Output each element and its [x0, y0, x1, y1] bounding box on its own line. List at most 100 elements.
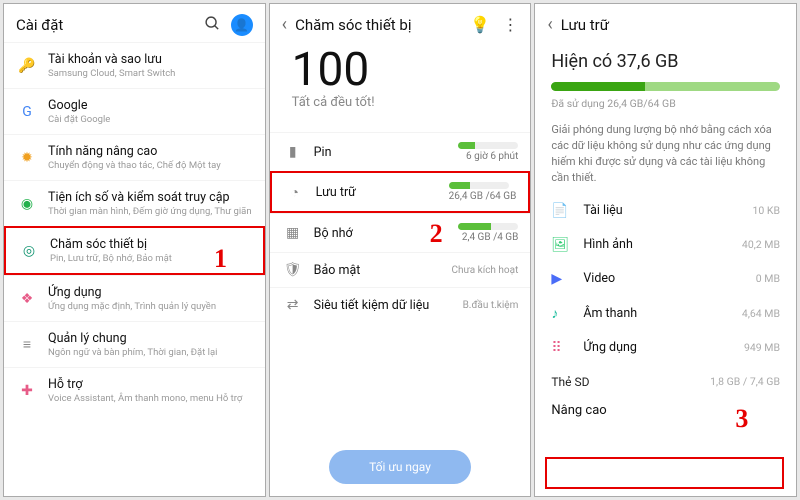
sd-card-size: 1,8 GB / 7,4 GB: [710, 375, 780, 389]
settings-item-subtitle: Ngôn ngữ và bàn phím, Thời gian, Đặt lại: [48, 347, 253, 358]
settings-item-title: Google: [48, 98, 253, 113]
storage-category-row[interactable]: ▶ Video 0 MB: [535, 262, 796, 296]
device-care-panel: ‹ Chăm sóc thiết bị 💡 ⋮ 100 Tất cả đều t…: [269, 3, 532, 497]
memory-icon: ▦: [282, 225, 304, 241]
item-meter: 2,4 GB /4 GB: [458, 223, 518, 243]
page-title: Lưu trữ: [561, 16, 784, 34]
more-icon[interactable]: ⋮: [502, 15, 518, 34]
used-label: Đã sử dụng 26,4 GB/64 GB: [551, 97, 780, 110]
feature-icon: ✹: [16, 150, 38, 166]
item-value: 2,4 GB /4 GB: [458, 232, 518, 243]
settings-item-subtitle: Chuyển động và thao tác, Chế độ Một tay: [48, 160, 253, 171]
settings-item-title: Tiện ích số và kiểm soát truy cập: [48, 190, 253, 205]
page-title: Cài đặt: [16, 16, 192, 34]
storage-category-row[interactable]: ⠿ Ứng dụng 949 MB: [535, 331, 796, 365]
item-label: Pin: [314, 145, 459, 160]
step-marker-1: 1: [214, 244, 227, 274]
category-size: 0 MB: [756, 272, 780, 285]
back-icon[interactable]: ‹: [282, 14, 287, 35]
settings-header: Cài đặt 👤: [4, 4, 265, 42]
settings-item-title: Tài khoản và sao lưu: [48, 52, 253, 67]
data-saver-icon: ⇄: [282, 297, 304, 313]
settings-item[interactable]: ❖ Ứng dụng Ứng dụng mặc định, Trình quản…: [4, 275, 265, 321]
item-meter: 26,4 GB /64 GB: [449, 182, 517, 202]
settings-item[interactable]: ◉ Tiện ích số và kiểm soát truy cập Thời…: [4, 180, 265, 226]
wellbeing-icon: ◉: [16, 196, 38, 212]
settings-item[interactable]: ✚ Hỗ trợ Voice Assistant, Âm thanh mono,…: [4, 367, 265, 413]
highlight-box-advanced: [545, 457, 784, 489]
device-care-item[interactable]: ◔ Lưu trữ 26,4 GB /64 GB: [270, 171, 531, 213]
item-status: Chưa kích hoạt: [452, 265, 519, 276]
document-icon: 📄: [551, 203, 573, 219]
storage-icon: ◔: [284, 184, 306, 201]
image-icon: 🖼: [551, 237, 573, 253]
storage-header: ‹ Lưu trữ: [535, 4, 796, 41]
settings-item-subtitle: Ứng dụng mặc định, Trình quản lý quyền: [48, 301, 253, 312]
progress-bar: [449, 182, 509, 189]
settings-item[interactable]: ✹ Tính năng nâng cao Chuyển động và thao…: [4, 134, 265, 180]
settings-item-text: Quản lý chung Ngôn ngữ và bàn phím, Thời…: [48, 331, 253, 358]
settings-item-subtitle: Thời gian màn hình, Đếm giờ ứng dụng, Th…: [48, 206, 253, 217]
apps-icon: ❖: [16, 291, 38, 307]
device-care-item[interactable]: ▦ Bộ nhớ 2,4 GB /4 GB: [270, 213, 531, 252]
category-label: Âm thanh: [583, 306, 742, 321]
search-icon[interactable]: [204, 15, 221, 36]
settings-item[interactable]: 🔑 Tài khoản và sao lưu Samsung Cloud, Sm…: [4, 42, 265, 88]
settings-panel: Cài đặt 👤 🔑 Tài khoản và sao lưu Samsung…: [3, 3, 266, 497]
device-care-item[interactable]: ▮ Pin 6 giờ 6 phút: [270, 132, 531, 171]
available-label: Hiện có 37,6 GB: [551, 51, 780, 72]
category-size: 40,2 MB: [742, 238, 780, 251]
category-size: 949 MB: [744, 341, 780, 354]
settings-item-subtitle: Cài đặt Google: [48, 114, 253, 125]
profile-icon[interactable]: 👤: [231, 14, 253, 36]
battery-icon: ▮: [282, 144, 304, 160]
settings-item-title: Ứng dụng: [48, 285, 253, 300]
settings-item[interactable]: G Google Cài đặt Google: [4, 88, 265, 134]
score-number: 100: [292, 47, 509, 93]
progress-bar: [458, 223, 518, 230]
settings-item-text: Google Cài đặt Google: [48, 98, 253, 125]
apps-grid-icon: ⠿: [551, 340, 573, 356]
settings-item-text: Tài khoản và sao lưu Samsung Cloud, Smar…: [48, 52, 253, 79]
settings-item-text: Ứng dụng Ứng dụng mặc định, Trình quản l…: [48, 285, 253, 312]
category-size: 4,64 MB: [742, 307, 780, 320]
audio-icon: ♪: [551, 305, 573, 322]
device-care-item[interactable]: ⇄ Siêu tiết kiệm dữ liệuB.đầu t.kiệm: [270, 287, 531, 322]
sd-card-row[interactable]: Thẻ SD 1,8 GB / 7,4 GB: [535, 365, 796, 391]
storage-category-row[interactable]: ♪ Âm thanh 4,64 MB: [535, 296, 796, 331]
general-icon: ≡: [16, 336, 38, 353]
device-care-list: ▮ Pin 6 giờ 6 phút◔ Lưu trữ 26,4 GB /64 …: [270, 132, 531, 440]
back-icon[interactable]: ‹: [547, 14, 552, 35]
bulb-icon[interactable]: 💡: [470, 15, 490, 34]
step-marker-3: 3: [735, 404, 748, 434]
storage-summary: Hiện có 37,6 GB Đã sử dụng 26,4 GB/64 GB: [535, 41, 796, 120]
category-label: Tài liệu: [583, 203, 752, 218]
category-label: Video: [583, 271, 755, 286]
category-label: Ứng dụng: [583, 340, 744, 355]
step-marker-2: 2: [430, 219, 443, 249]
google-icon: G: [16, 104, 38, 120]
storage-category-row[interactable]: 📄 Tài liệu 10 KB: [535, 194, 796, 228]
settings-item-text: Tiện ích số và kiểm soát truy cập Thời g…: [48, 190, 253, 217]
score-block: 100 Tất cả đều tốt!: [270, 41, 531, 132]
storage-panel: ‹ Lưu trữ Hiện có 37,6 GB Đã sử dụng 26,…: [534, 3, 797, 497]
item-label: Siêu tiết kiệm dữ liệu: [314, 298, 463, 313]
category-size: 10 KB: [752, 204, 780, 217]
item-value: 6 giờ 6 phút: [458, 151, 518, 162]
device-care-item[interactable]: 🛡 Bảo mậtChưa kích hoạt: [270, 252, 531, 287]
item-status: B.đầu t.kiệm: [463, 300, 519, 311]
optimize-button[interactable]: Tối ưu ngay: [329, 450, 471, 484]
item-value: 26,4 GB /64 GB: [449, 191, 517, 202]
settings-item-subtitle: Samsung Cloud, Smart Switch: [48, 68, 253, 79]
storage-description: Giải phóng dung lượng bộ nhớ bằng cách x…: [535, 120, 796, 194]
settings-item-subtitle: Voice Assistant, Âm thanh mono, menu Hỗ …: [48, 393, 253, 404]
storage-category-row[interactable]: 🖼 Hình ảnh 40,2 MB: [535, 228, 796, 262]
settings-item-title: Tính năng nâng cao: [48, 144, 253, 159]
storage-categories: 📄 Tài liệu 10 KB🖼 Hình ảnh 40,2 MB▶ Vide…: [535, 194, 796, 365]
sd-card-label: Thẻ SD: [551, 375, 589, 389]
device-care-icon: ◎: [18, 243, 40, 259]
key-icon: 🔑: [16, 58, 38, 74]
advanced-row[interactable]: Nâng cao: [535, 391, 796, 430]
score-caption: Tất cả đều tốt!: [292, 95, 509, 110]
settings-item[interactable]: ≡ Quản lý chung Ngôn ngữ và bàn phím, Th…: [4, 321, 265, 367]
